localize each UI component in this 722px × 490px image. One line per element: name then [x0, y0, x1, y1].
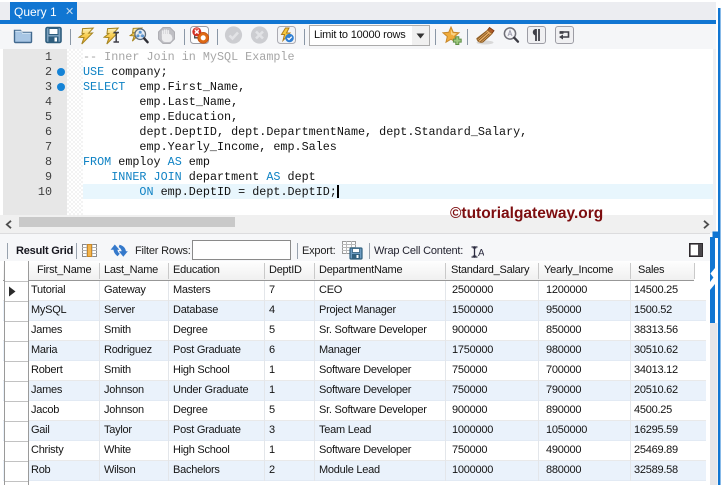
svg-text:A: A [478, 248, 484, 258]
